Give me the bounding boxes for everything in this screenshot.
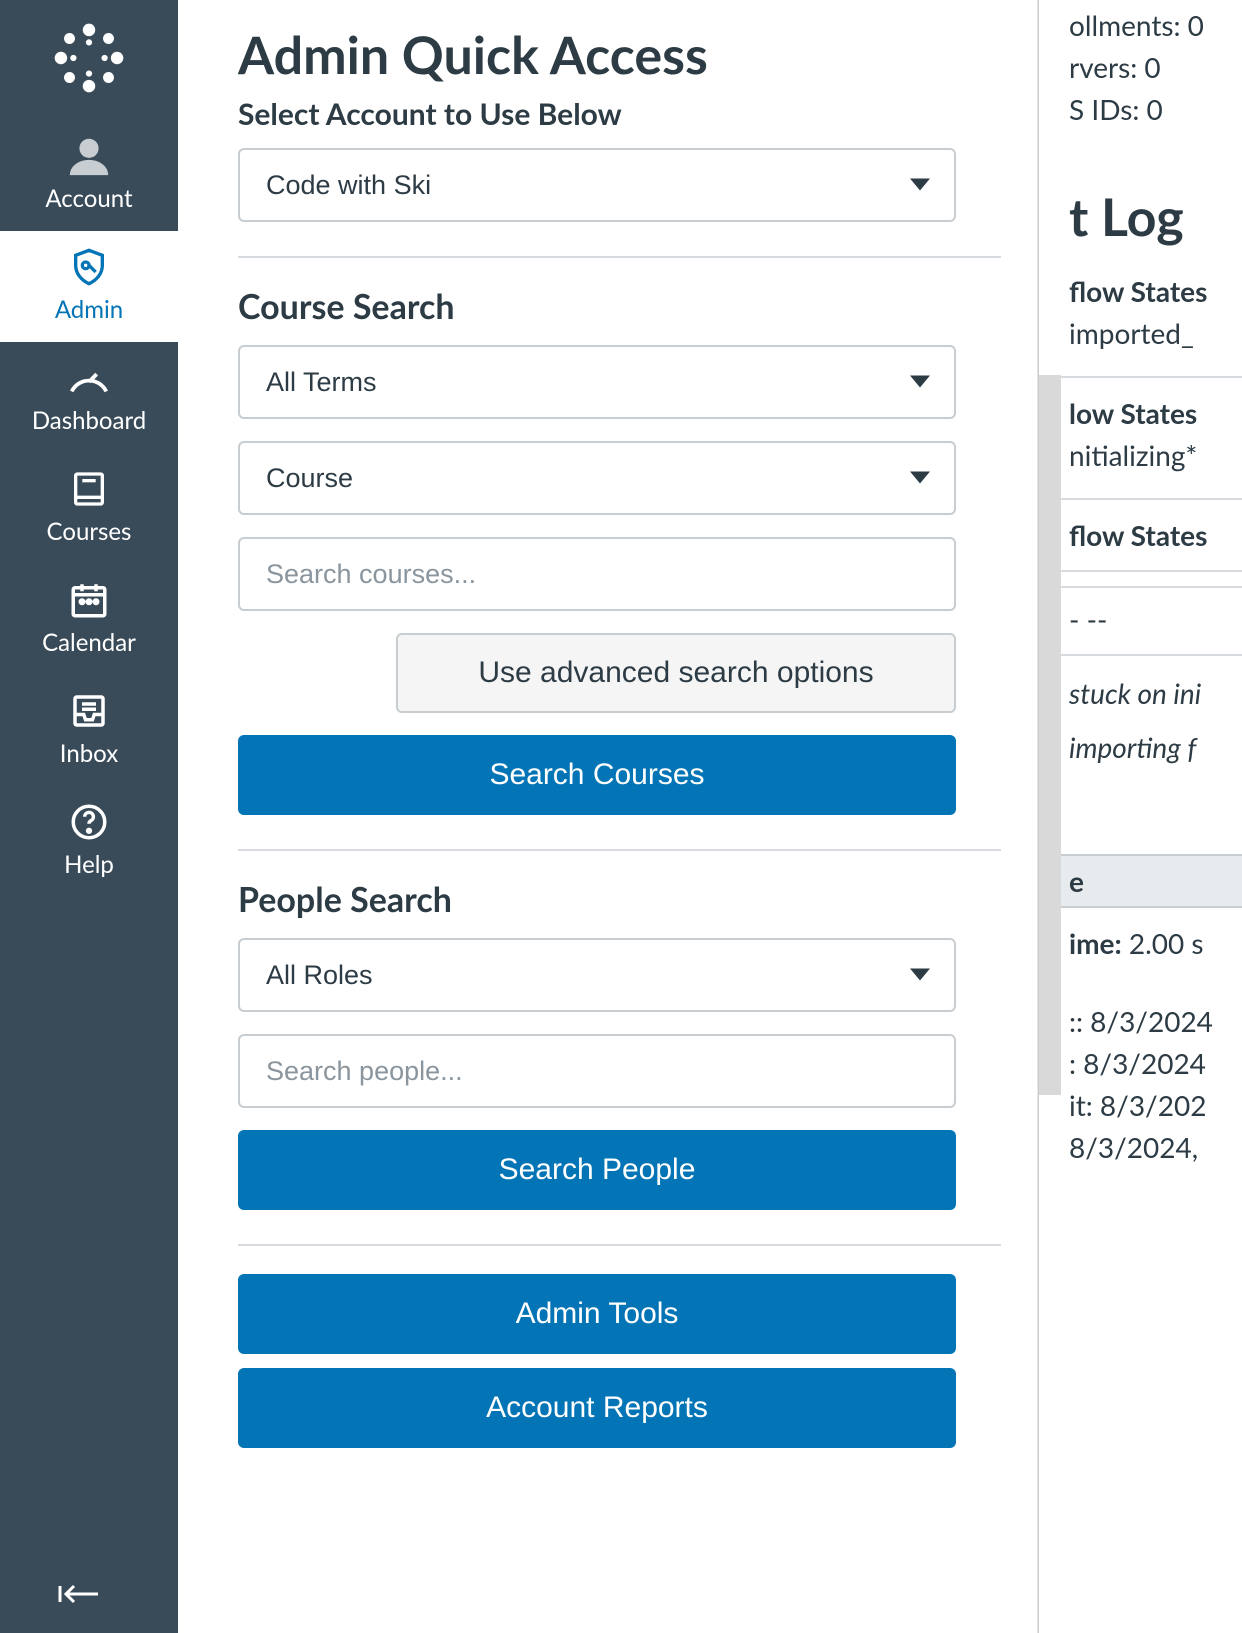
flow-states-value: imported_ [1039, 312, 1242, 354]
shield-key-icon [69, 245, 109, 289]
nav-label: Account [45, 184, 132, 213]
nav-dashboard[interactable]: Dashboard [0, 342, 178, 453]
divider [1039, 570, 1242, 572]
term-select[interactable]: All Terms [238, 345, 956, 419]
nav-label: Courses [47, 517, 132, 546]
divider [238, 849, 1001, 851]
stat-sis-ids: S IDs: 0 [1039, 88, 1242, 130]
advanced-search-button[interactable]: Use advanced search options [396, 633, 956, 713]
course-search-heading: Course Search [238, 286, 1001, 327]
nav-courses[interactable]: Courses [0, 453, 178, 564]
divider [1039, 376, 1242, 378]
divider [1039, 654, 1242, 656]
user-icon [66, 134, 112, 178]
divider [238, 256, 1001, 258]
nav-label: Calendar [42, 628, 136, 657]
collapse-arrow-icon [54, 1579, 102, 1609]
search-courses-button[interactable]: Search Courses [238, 735, 956, 815]
flow-states-value: nitializing* [1039, 434, 1242, 476]
nav-inbox[interactable]: Inbox [0, 675, 178, 786]
book-icon [69, 467, 109, 511]
admin-tools-button[interactable]: Admin Tools [238, 1274, 956, 1354]
time-row: ime: 2.00 s [1039, 922, 1242, 964]
date-row: 8/3/2024, [1039, 1126, 1242, 1168]
dash-row: - -- [1039, 598, 1242, 640]
note-text: importing f [1039, 726, 1242, 768]
term-select-wrap: All Terms [238, 345, 956, 419]
speedometer-icon [66, 356, 112, 400]
inbox-icon [68, 689, 110, 733]
account-reports-button[interactable]: Account Reports [238, 1368, 956, 1448]
tray-subtitle: Select Account to Use Below [238, 96, 1001, 132]
band-label: e [1069, 864, 1084, 898]
course-search-input-wrap [238, 537, 956, 611]
role-select[interactable]: All Roles [238, 938, 956, 1012]
calendar-icon [68, 578, 110, 622]
nav-account[interactable]: Account [0, 120, 178, 231]
date-row: :: 8/3/2024 [1039, 1000, 1242, 1042]
table-header-band: e [1039, 854, 1242, 908]
tray-title: Admin Quick Access [238, 24, 1001, 86]
divider [1039, 498, 1242, 500]
course-search-input[interactable] [238, 537, 956, 611]
people-search-heading: People Search [238, 879, 1001, 920]
help-icon [68, 800, 110, 844]
nav-label: Help [64, 850, 114, 879]
account-select-wrap: Code with Ski [238, 148, 956, 222]
flow-states-heading: low States [1039, 392, 1242, 434]
scrollbar[interactable] [1039, 375, 1061, 1095]
flow-states-heading: flow States [1039, 514, 1242, 556]
stat-enrollments: ollments: 0 [1039, 4, 1242, 46]
date-row: : 8/3/2024 [1039, 1042, 1242, 1084]
time-label: ime: [1069, 926, 1122, 960]
nav-admin[interactable]: Admin [0, 231, 178, 342]
nav-calendar[interactable]: Calendar [0, 564, 178, 675]
nav-label: Dashboard [32, 406, 146, 435]
nav-label: Admin [55, 295, 123, 324]
search-type-select-wrap: Course [238, 441, 956, 515]
people-search-input[interactable] [238, 1034, 956, 1108]
people-search-input-wrap [238, 1034, 956, 1108]
divider [238, 1244, 1001, 1246]
log-heading: t Log [1039, 186, 1242, 248]
stat-observers: rvers: 0 [1039, 46, 1242, 88]
note-text: stuck on ini [1039, 672, 1242, 714]
role-select-wrap: All Roles [238, 938, 956, 1012]
flow-states-heading: flow States [1039, 270, 1242, 312]
collapse-nav-button[interactable] [0, 1555, 178, 1633]
date-row: it: 8/3/202 [1039, 1084, 1242, 1126]
background-log-panel: ollments: 0 rvers: 0 S IDs: 0 t Log flow… [1038, 0, 1242, 1633]
global-nav: Account Admin Dashboard Courses [0, 0, 178, 1633]
search-type-select[interactable]: Course [238, 441, 956, 515]
nav-help[interactable]: Help [0, 786, 178, 897]
divider [1039, 586, 1242, 588]
brand-logo [49, 18, 129, 98]
search-people-button[interactable]: Search People [238, 1130, 956, 1210]
nav-label: Inbox [60, 739, 118, 768]
admin-quick-access-tray: Admin Quick Access Select Account to Use… [178, 0, 1038, 1633]
time-value: 2.00 s [1122, 926, 1204, 960]
account-select[interactable]: Code with Ski [238, 148, 956, 222]
